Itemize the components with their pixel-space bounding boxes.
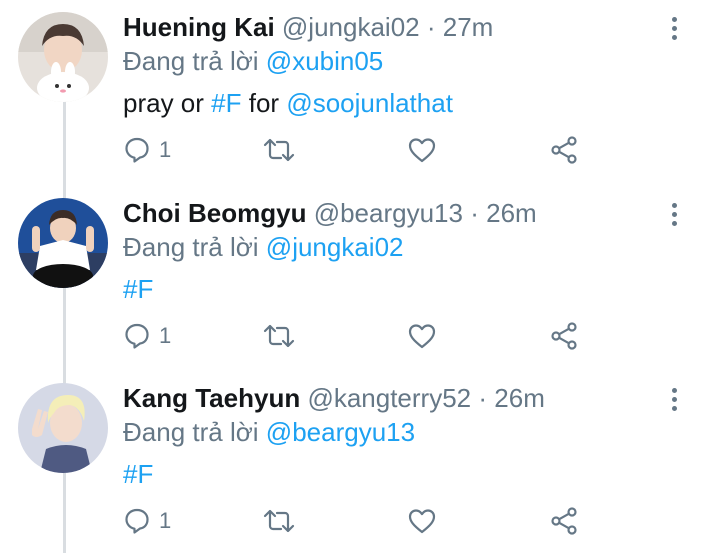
avatar[interactable] xyxy=(18,12,108,102)
reply-button[interactable]: 1 xyxy=(123,314,171,358)
replying-to: Đang trả lời @xubin05 xyxy=(123,44,383,78)
hashtag-link[interactable]: #F xyxy=(211,88,241,118)
share-icon xyxy=(551,136,577,164)
tweet-actions: 1 xyxy=(0,128,720,172)
like-button[interactable] xyxy=(407,314,437,358)
more-options-icon[interactable] xyxy=(660,381,688,417)
hashtag-link[interactable]: #F xyxy=(123,274,153,304)
separator: · xyxy=(426,12,436,42)
handle[interactable]: @jungkai02 xyxy=(282,12,420,42)
tweet-header: Huening Kai @jungkai02 · 27m xyxy=(123,10,493,44)
share-button[interactable] xyxy=(549,314,579,358)
tweet[interactable]: Huening Kai @jungkai02 · 27m Đang trả lờ… xyxy=(0,0,720,185)
reply-icon xyxy=(125,508,149,534)
retweet-button[interactable] xyxy=(262,499,296,543)
tweet[interactable]: Choi Beomgyu @beargyu13 · 26m Đang trả l… xyxy=(0,186,720,371)
tweet[interactable]: Kang Taehyun @kangterry52 · 26m Đang trả… xyxy=(0,371,720,556)
like-button[interactable] xyxy=(407,128,437,172)
share-button[interactable] xyxy=(549,499,579,543)
replying-to-link[interactable]: @beargyu13 xyxy=(266,417,415,447)
replying-to: Đang trả lời @beargyu13 xyxy=(123,415,415,449)
separator: · xyxy=(478,383,488,413)
timestamp[interactable]: 26m xyxy=(494,383,545,413)
tweet-header: Choi Beomgyu @beargyu13 · 26m xyxy=(123,196,537,230)
more-options-icon[interactable] xyxy=(660,196,688,232)
avatar[interactable] xyxy=(18,198,108,288)
like-icon xyxy=(408,509,436,534)
retweet-button[interactable] xyxy=(262,128,296,172)
replying-to-label: Đang trả lời xyxy=(123,417,259,447)
replying-to-label: Đang trả lời xyxy=(123,46,259,76)
avatar[interactable] xyxy=(18,383,108,473)
more-options-icon[interactable] xyxy=(660,10,688,46)
display-name[interactable]: Huening Kai xyxy=(123,12,275,42)
share-button[interactable] xyxy=(549,128,579,172)
replying-to-link[interactable]: @xubin05 xyxy=(266,46,383,76)
timestamp[interactable]: 27m xyxy=(443,12,494,42)
tweet-actions: 1 xyxy=(0,499,720,543)
retweet-icon xyxy=(263,324,295,348)
hashtag-link[interactable]: #F xyxy=(123,459,153,489)
reply-icon xyxy=(125,137,149,163)
reply-icon xyxy=(125,323,149,349)
handle[interactable]: @kangterry52 xyxy=(307,383,471,413)
handle[interactable]: @beargyu13 xyxy=(314,198,463,228)
tweet-text: #F xyxy=(123,457,153,491)
reply-button[interactable]: 1 xyxy=(123,128,171,172)
retweet-button[interactable] xyxy=(262,314,296,358)
share-icon xyxy=(551,507,577,535)
separator: · xyxy=(470,198,479,228)
retweet-icon xyxy=(263,509,295,533)
reply-button[interactable]: 1 xyxy=(123,499,171,543)
mention-link[interactable]: @soojunlathat xyxy=(286,88,453,118)
like-icon xyxy=(408,324,436,349)
reply-count: 1 xyxy=(159,508,172,533)
like-icon xyxy=(408,138,436,163)
display-name[interactable]: Choi Beomgyu xyxy=(123,198,306,228)
reply-count: 1 xyxy=(159,137,172,162)
replying-to: Đang trả lời @jungkai02 xyxy=(123,230,404,264)
reply-count: 1 xyxy=(159,323,172,348)
like-button[interactable] xyxy=(407,499,437,543)
tweet-text-part: pray or xyxy=(123,88,204,118)
retweet-icon xyxy=(263,138,295,162)
replying-to-link[interactable]: @jungkai02 xyxy=(266,232,404,262)
tweet-text: #F xyxy=(123,272,153,306)
tweet-actions: 1 xyxy=(0,314,720,358)
share-icon xyxy=(551,322,577,350)
replying-to-label: Đang trả lời xyxy=(123,232,259,262)
tweet-text: pray or #F for @soojunlathat xyxy=(123,86,453,120)
tweet-header: Kang Taehyun @kangterry52 · 26m xyxy=(123,381,545,415)
tweet-text-part: for xyxy=(248,88,280,118)
display-name[interactable]: Kang Taehyun xyxy=(123,383,300,413)
timestamp[interactable]: 26m xyxy=(486,198,537,228)
